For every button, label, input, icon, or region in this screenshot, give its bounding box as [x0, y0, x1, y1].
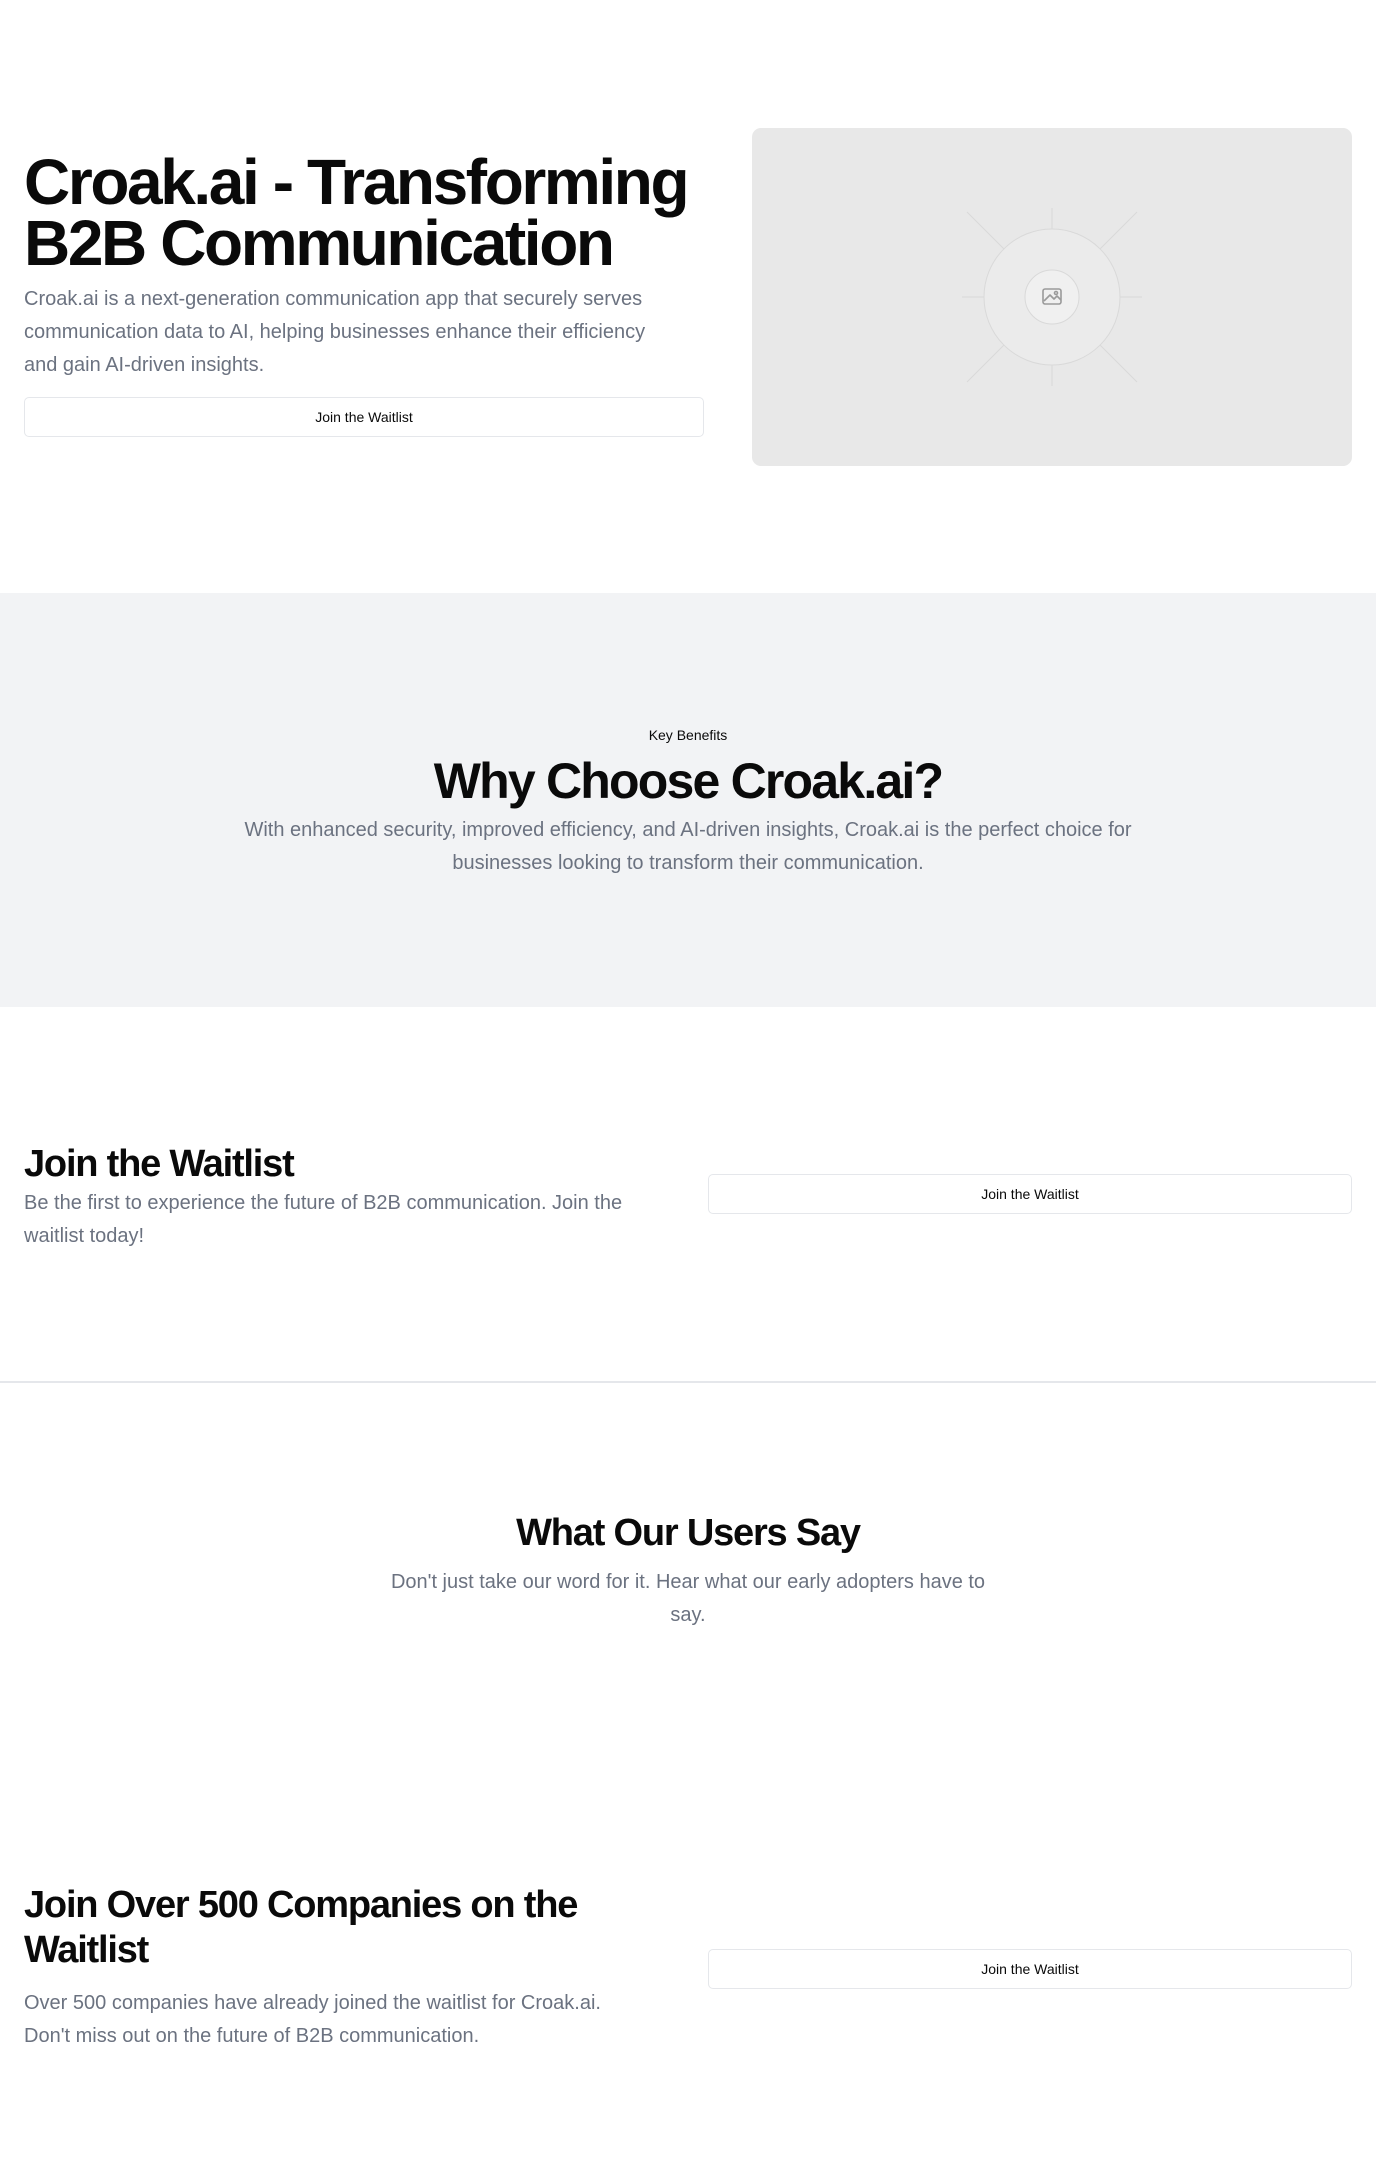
waitlist-title: Join the Waitlist — [24, 1143, 295, 1185]
testimonials-title: What Our Users Say — [516, 1512, 861, 1554]
companies-join-waitlist-button[interactable]: Join the Waitlist — [708, 1949, 1352, 1989]
companies-title: Join Over 500 Companies on the Waitlist — [24, 1884, 578, 1971]
hero-title: Croak.ai - Transforming B2B Communicatio… — [24, 146, 690, 279]
hero-section: Croak.ai - Transforming B2B Communicatio… — [0, 0, 1376, 593]
hero-image-placeholder — [752, 128, 1352, 466]
testimonials-section: What Our Users Say Don't just take our w… — [0, 1383, 1376, 1783]
companies-description: Over 500 companies have already joined t… — [24, 1992, 601, 2047]
hero-description: Croak.ai is a next-generation communicat… — [24, 288, 646, 376]
landing-page: Croak.ai - Transforming B2B Communicatio… — [0, 0, 1376, 2179]
hero-join-waitlist-button[interactable]: Join the Waitlist — [24, 397, 704, 437]
waitlist-description: Be the first to experience the future of… — [24, 1192, 623, 1247]
waitlist-section: Join the Waitlist Be the first to experi… — [0, 1007, 1376, 1381]
benefits-description: With enhanced security, improved efficie… — [244, 819, 1132, 874]
benefits-eyebrow: Key Benefits — [648, 727, 728, 743]
companies-section: Join Over 500 Companies on the Waitlist … — [0, 1783, 1376, 2179]
image-placeholder-icon — [962, 208, 1142, 386]
benefits-section: Key Benefits Why Choose Croak.ai? With e… — [0, 593, 1376, 1007]
benefits-title: Why Choose Croak.ai? — [433, 753, 944, 809]
testimonials-description: Don't just take our word for it. Hear wh… — [390, 1571, 986, 1626]
waitlist-join-button[interactable]: Join the Waitlist — [708, 1174, 1352, 1214]
